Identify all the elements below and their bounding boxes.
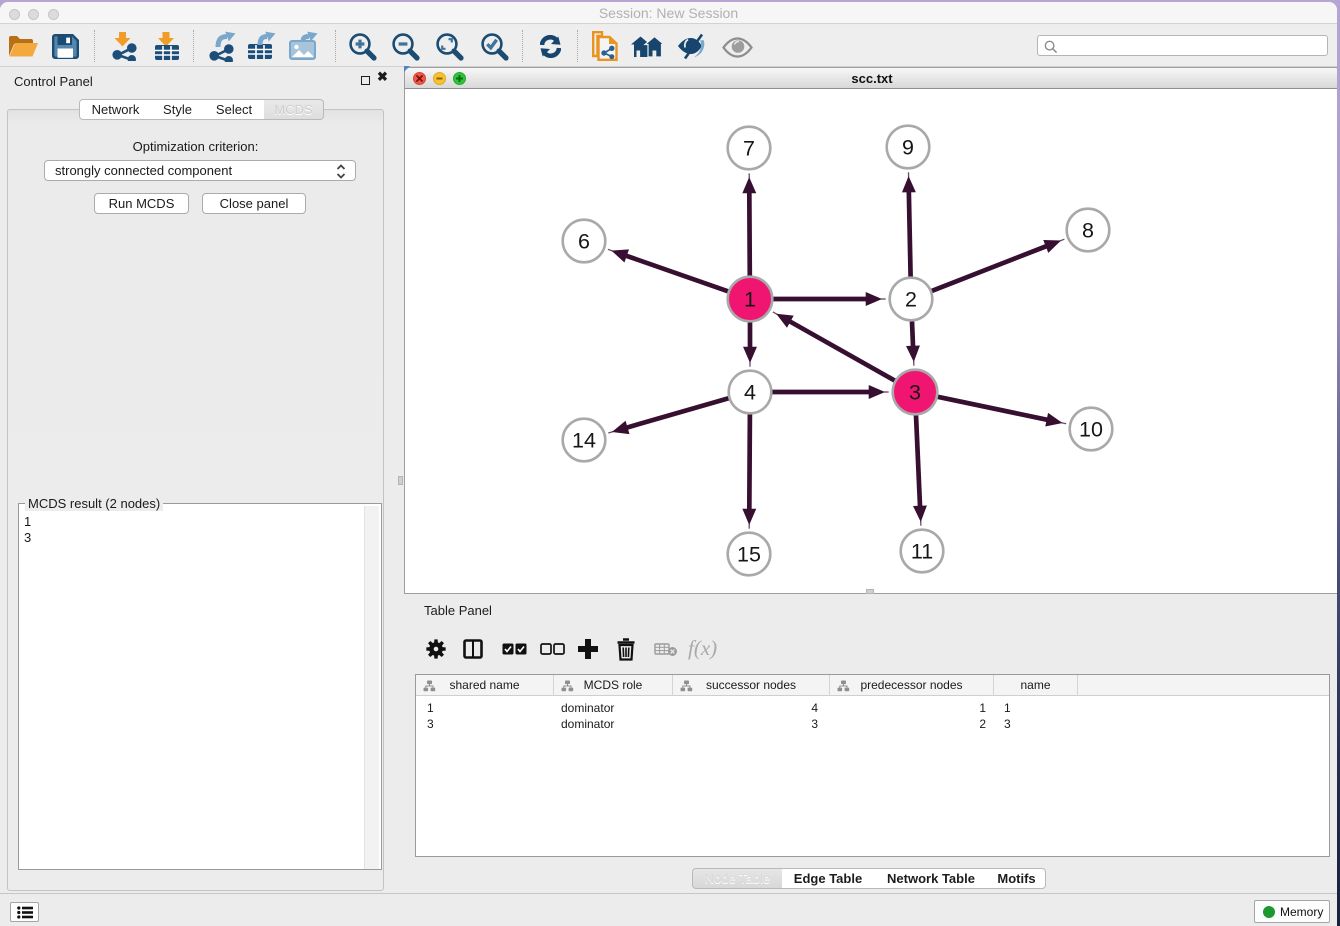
svg-text:14: 14 bbox=[572, 429, 596, 453]
svg-text:3: 3 bbox=[909, 381, 921, 405]
svg-text:8: 8 bbox=[1082, 219, 1094, 243]
svg-text:10: 10 bbox=[1079, 418, 1103, 442]
svg-text:9: 9 bbox=[902, 136, 914, 160]
svg-text:15: 15 bbox=[737, 543, 761, 567]
svg-text:11: 11 bbox=[911, 540, 933, 564]
svg-text:4: 4 bbox=[744, 381, 756, 405]
svg-text:7: 7 bbox=[743, 137, 755, 161]
svg-text:2: 2 bbox=[905, 288, 917, 312]
svg-text:1: 1 bbox=[744, 288, 756, 312]
svg-text:6: 6 bbox=[578, 230, 590, 254]
